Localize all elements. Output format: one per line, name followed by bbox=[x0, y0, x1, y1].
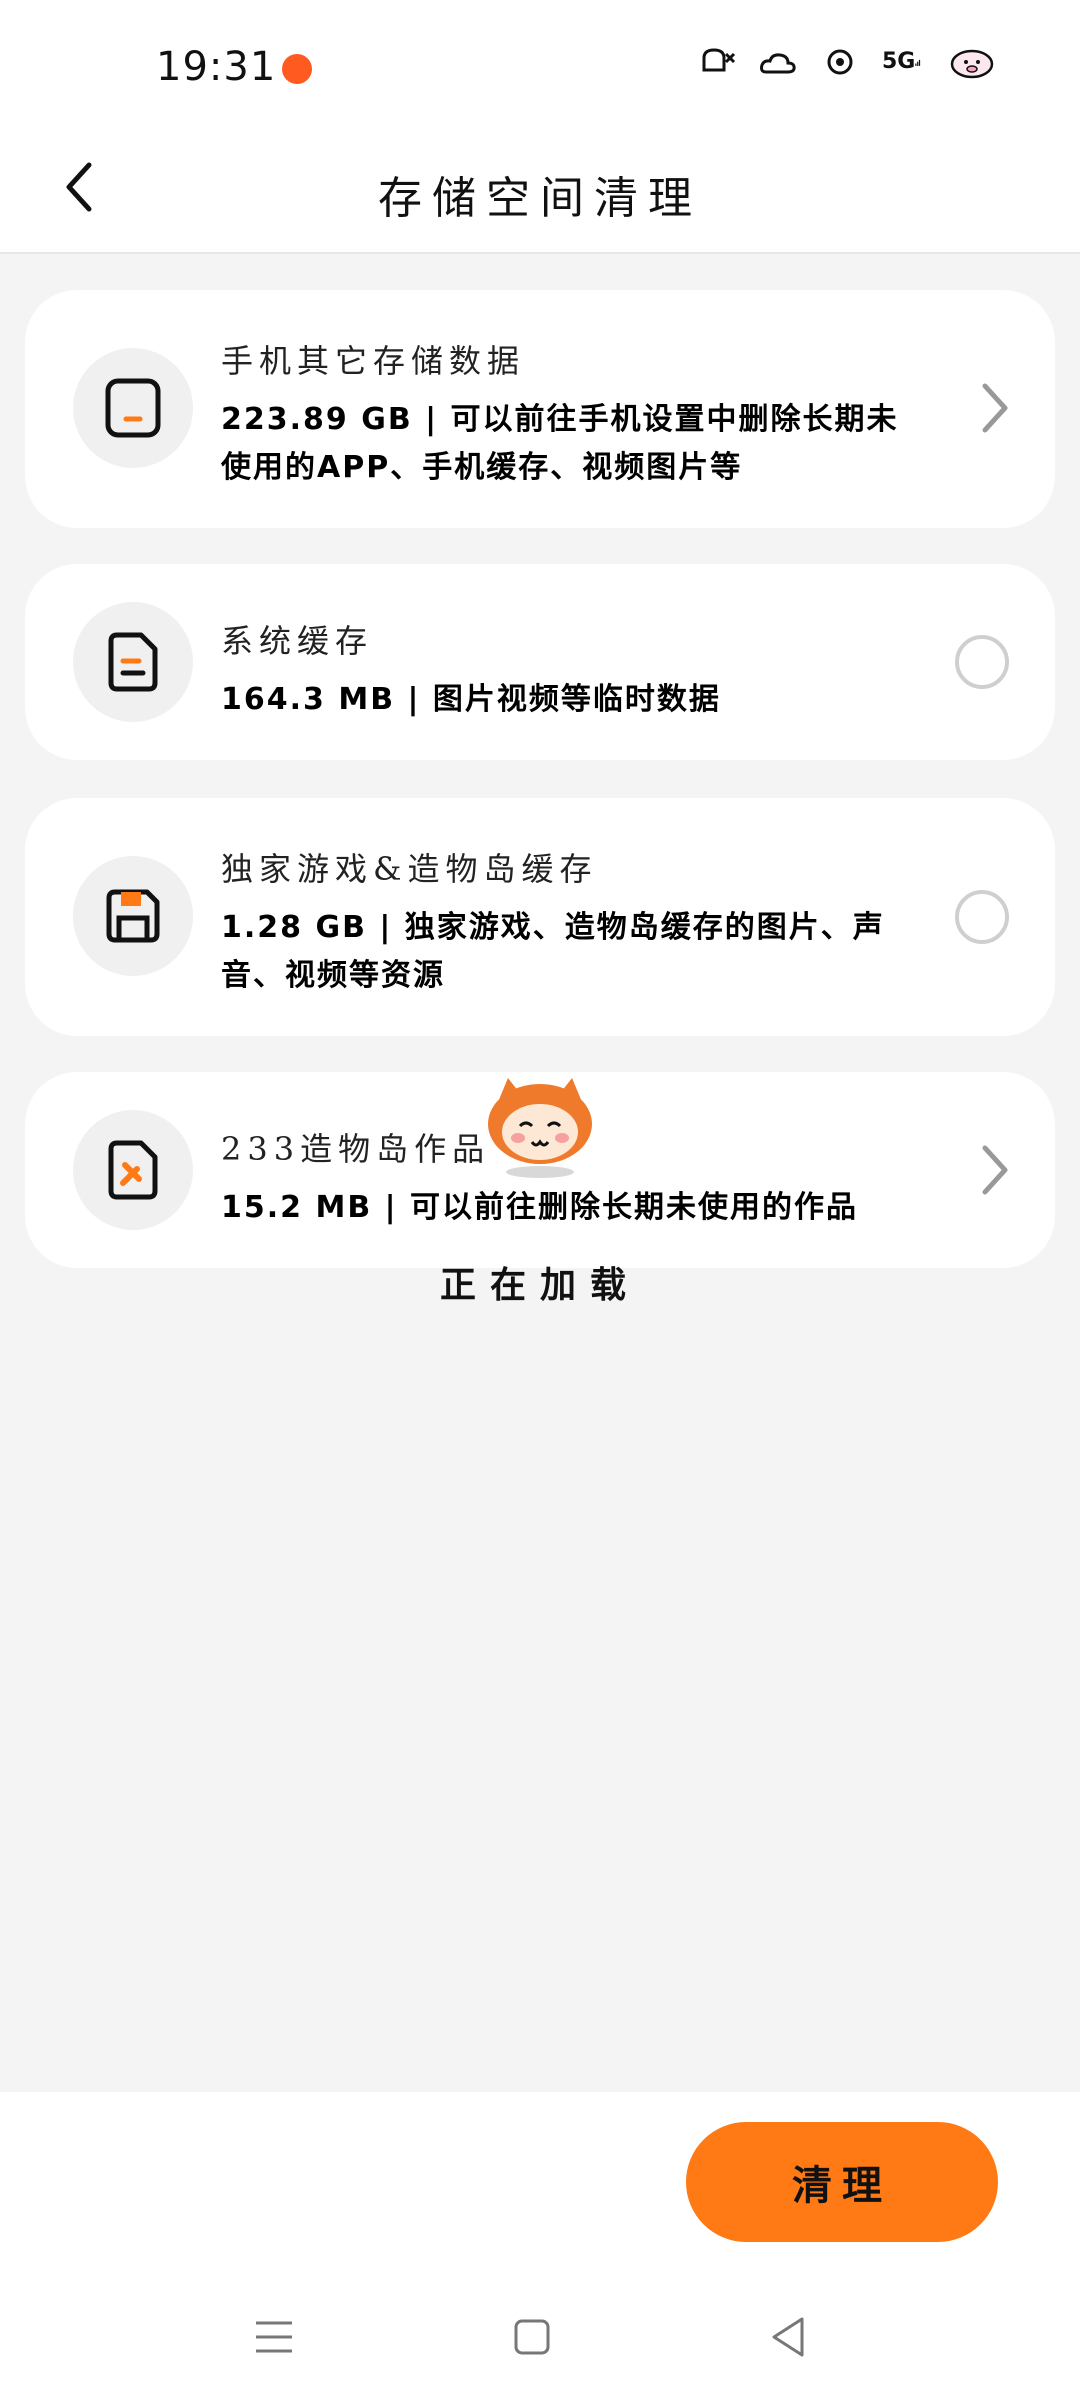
phone-icon bbox=[105, 378, 161, 438]
item-title: 独家游戏&造物岛缓存 bbox=[221, 850, 598, 888]
item-icon-wrap bbox=[73, 856, 193, 976]
signal-icon: 5G bbox=[882, 44, 922, 80]
bottom-action-bar: 清理 bbox=[0, 2092, 1080, 2282]
weather-icon bbox=[758, 44, 798, 80]
battery-pig-icon bbox=[944, 44, 1000, 80]
item-icon-wrap bbox=[73, 348, 193, 468]
item-title: 手机其它存储数据 bbox=[221, 342, 526, 380]
back-triangle-icon bbox=[772, 2317, 804, 2357]
status-time: 19:31 bbox=[156, 44, 277, 90]
storage-item-system-cache[interactable]: 系统缓存 164.3 MB | 图片视频等临时数据 bbox=[25, 564, 1055, 760]
chevron-right-icon bbox=[982, 383, 1008, 433]
system-nav-bar bbox=[0, 2282, 1080, 2400]
edit-file-icon bbox=[108, 1140, 158, 1200]
clean-button[interactable]: 清理 bbox=[686, 2122, 998, 2242]
item-icon-wrap bbox=[73, 1110, 193, 1230]
item-title: 233造物岛作品 bbox=[221, 1130, 491, 1168]
item-description: 1.28 GB | 独家游戏、造物岛缓存的图片、声音、视频等资源 bbox=[221, 910, 885, 993]
item-description: 164.3 MB | 图片视频等临时数据 bbox=[221, 682, 721, 717]
page-title: 存储空间清理 bbox=[378, 173, 702, 224]
item-description: 15.2 MB | 可以前往删除长期未使用的作品 bbox=[221, 1190, 859, 1225]
item-chevron[interactable] bbox=[975, 1140, 1015, 1200]
nav-menu-button[interactable] bbox=[234, 2302, 314, 2372]
loading-text: 正在加载 bbox=[439, 1265, 640, 1306]
item-icon-wrap bbox=[73, 602, 193, 722]
item-radio[interactable] bbox=[955, 635, 1009, 689]
save-disk-icon bbox=[106, 889, 160, 943]
mute-icon bbox=[696, 44, 736, 80]
notification-app-icon bbox=[282, 54, 312, 84]
status-bar: 19:31 5G bbox=[0, 0, 1080, 130]
item-description: 223.89 GB | 可以前往手机设置中删除长期未使用的APP、手机缓存、视频… bbox=[221, 402, 899, 485]
item-chevron[interactable] bbox=[975, 378, 1015, 438]
status-icons: 5G bbox=[696, 44, 1000, 80]
network-type: 5G bbox=[882, 49, 916, 74]
item-title: 系统缓存 bbox=[221, 622, 374, 660]
nav-home-button[interactable] bbox=[492, 2302, 572, 2372]
settings-icon bbox=[820, 44, 860, 80]
storage-item-phone-other[interactable]: 手机其它存储数据 223.89 GB | 可以前往手机设置中删除长期未使用的AP… bbox=[25, 290, 1055, 528]
item-radio[interactable] bbox=[955, 890, 1009, 944]
document-icon bbox=[108, 632, 158, 692]
nav-back-button[interactable] bbox=[748, 2302, 828, 2372]
menu-icon bbox=[256, 2321, 292, 2353]
home-square-icon bbox=[514, 2319, 550, 2355]
monkey-mascot-icon bbox=[480, 1072, 600, 1182]
chevron-right-icon bbox=[982, 1145, 1008, 1195]
app-header: 存储空间清理 bbox=[0, 130, 1080, 254]
storage-item-game-cache[interactable]: 独家游戏&造物岛缓存 1.28 GB | 独家游戏、造物岛缓存的图片、声音、视频… bbox=[25, 798, 1055, 1036]
